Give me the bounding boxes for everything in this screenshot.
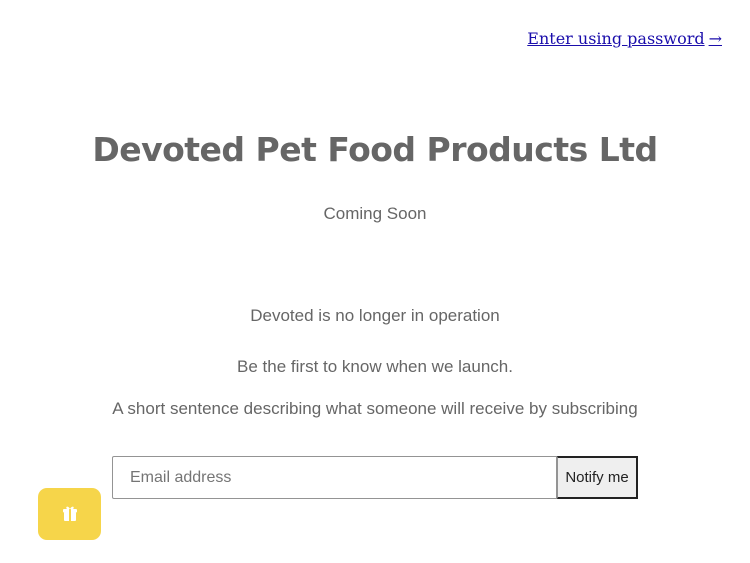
notify-me-button[interactable]: Notify me <box>557 456 638 499</box>
newsletter-signup-form: Notify me <box>112 456 638 499</box>
operation-notice: Devoted is no longer in operation <box>250 306 500 325</box>
email-field[interactable] <box>112 456 557 499</box>
gift-widget-button[interactable] <box>38 488 101 540</box>
arrow-right-icon: → <box>708 29 722 48</box>
launch-announcement: Be the first to know when we launch. <box>237 357 513 376</box>
store-title: Devoted Pet Food Products Ltd <box>92 130 658 169</box>
gift-icon <box>62 506 77 521</box>
enter-using-password-link[interactable]: Enter using password → <box>527 29 722 48</box>
subscribe-description: A short sentence describing what someone… <box>112 399 638 418</box>
coming-soon-text: Coming Soon <box>323 204 427 223</box>
password-link-label: Enter using password <box>527 29 705 48</box>
